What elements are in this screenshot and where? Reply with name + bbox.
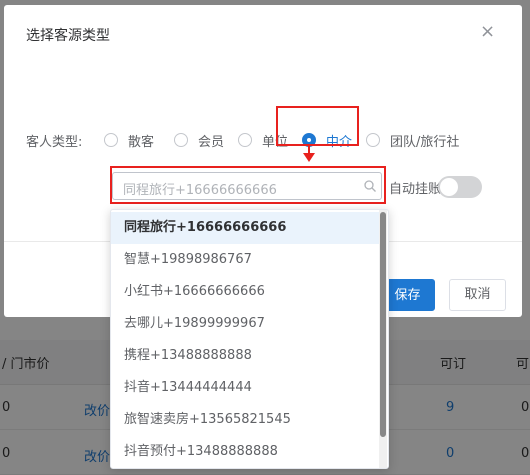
dropdown-item[interactable]: 携程+13488888888 xyxy=(111,340,379,372)
annotation-highlight-select xyxy=(110,166,386,204)
radio-circle xyxy=(174,133,188,147)
auto-post-label: 自动挂账 xyxy=(389,182,442,197)
dropdown-item[interactable]: 小红书+16666666666 xyxy=(111,276,379,308)
dropdown-scrollbar[interactable] xyxy=(379,210,387,468)
radio-circle xyxy=(104,133,118,147)
radio-circle xyxy=(366,133,380,147)
annotation-highlight-agent xyxy=(276,106,359,146)
radio-group-travel-agency[interactable]: 团队/旅行社 xyxy=(366,130,459,150)
dropdown-item[interactable]: 去哪儿+19899999967 xyxy=(111,308,379,340)
cancel-button[interactable]: 取消 xyxy=(449,279,506,311)
dropdown-item[interactable]: 旅智速卖房+13565821545 xyxy=(111,404,379,436)
radio-label: 散客 xyxy=(128,134,155,150)
dropdown-item[interactable]: 同程旅行+16666666666 xyxy=(111,212,379,244)
dialog-title: 选择客源类型 xyxy=(26,28,110,44)
toggle-knob xyxy=(440,178,458,196)
agent-dropdown-list: 同程旅行+16666666666 智慧+19898986767 小红书+1666… xyxy=(110,209,389,469)
radio-member[interactable]: 会员 xyxy=(174,130,224,150)
dropdown-scrollbar-thumb[interactable] xyxy=(380,212,386,437)
auto-post-toggle[interactable] xyxy=(438,176,482,198)
dropdown-item[interactable]: 智慧+19898986767 xyxy=(111,244,379,276)
annotation-arrow-down-icon xyxy=(303,145,315,162)
guest-type-label: 客人类型: xyxy=(26,135,83,150)
radio-label: 团队/旅行社 xyxy=(390,134,460,150)
radio-circle xyxy=(238,133,252,147)
close-icon[interactable]: × xyxy=(480,23,495,41)
radio-label: 会员 xyxy=(198,134,225,150)
dropdown-item[interactable]: 抖音预付+13488888888 xyxy=(111,436,379,468)
radio-walk-in[interactable]: 散客 xyxy=(104,130,154,150)
dropdown-item[interactable]: 抖音+13444444444 xyxy=(111,372,379,404)
